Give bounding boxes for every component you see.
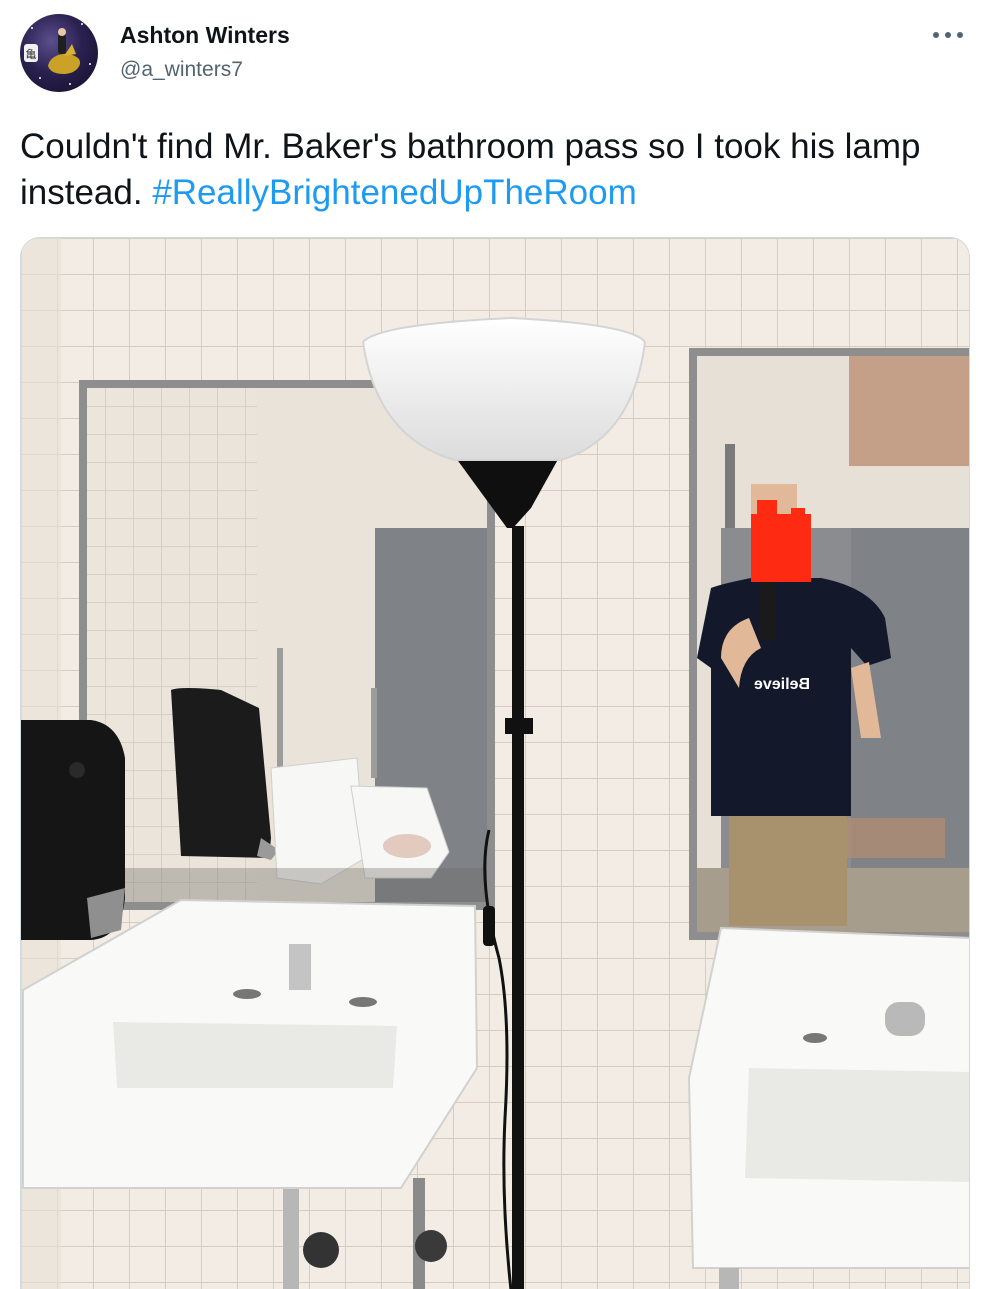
avatar[interactable]: 亀: [20, 14, 98, 92]
bathroom-lamp-photo: Believe: [21, 238, 969, 1289]
paper-towel-dispenser: [21, 720, 125, 940]
shirt-text: Believe: [754, 676, 810, 693]
tweet-text: Couldn't find Mr. Baker's bathroom pass …: [20, 124, 970, 216]
more-options-button[interactable]: [926, 22, 970, 48]
avatar-image: 亀: [24, 23, 91, 85]
right-sink: [687, 926, 969, 1289]
svg-text:亀: 亀: [26, 47, 37, 61]
tweet: 亀 Ashton Winters @a_winters7 Couldn't fi…: [0, 0, 990, 1289]
face-censor-block: [751, 514, 811, 582]
right-mirror: Believe: [689, 348, 969, 940]
author-display-name[interactable]: Ashton Winters: [120, 22, 290, 49]
hashtag-link[interactable]: #ReallyBrightenedUpTheRoom: [152, 173, 636, 212]
author-handle[interactable]: @a_winters7: [120, 58, 243, 82]
more-horizontal-icon: [933, 32, 963, 38]
tweet-photo[interactable]: Believe: [20, 237, 970, 1289]
left-mirror: [79, 380, 495, 910]
